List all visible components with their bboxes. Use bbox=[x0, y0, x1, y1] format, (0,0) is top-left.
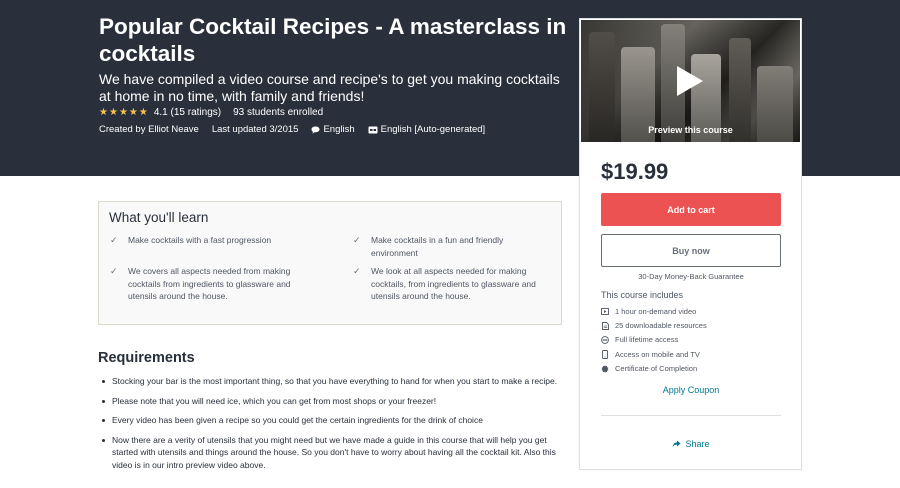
purchase-sidebar: Preview this course $19.99 Add to cart B… bbox=[579, 18, 802, 470]
requirements-title: Requirements bbox=[98, 350, 195, 366]
course-preview-video[interactable]: Preview this course bbox=[581, 20, 800, 142]
list-item: Access on mobile and TV bbox=[601, 347, 707, 361]
learn-item-text: We covers all aspects needed from making… bbox=[128, 266, 291, 301]
requirements-list: Stocking your bar is the most important … bbox=[102, 375, 562, 478]
captions: English [Auto-generated] bbox=[368, 124, 486, 135]
list-item: Please note that you will need ice, whic… bbox=[102, 395, 562, 408]
closed-captions-icon bbox=[368, 126, 378, 133]
certificate-icon bbox=[601, 364, 609, 373]
students-enrolled: 93 students enrolled bbox=[233, 107, 324, 118]
include-text: Certificate of Completion bbox=[615, 364, 698, 374]
learn-item: ✓ Make cocktails in a fun and friendly e… bbox=[353, 234, 551, 259]
check-icon: ✓ bbox=[110, 266, 118, 276]
learn-title: What you'll learn bbox=[109, 210, 209, 225]
last-updated: Last updated 3/2015 bbox=[211, 124, 299, 135]
include-text: 25 downloadable resources bbox=[615, 321, 707, 331]
learn-item-text: Make cocktails with a fast progression bbox=[128, 235, 272, 245]
created-by[interactable]: Created by Elliot Neave bbox=[99, 124, 199, 135]
list-item: Full lifetime access bbox=[601, 333, 707, 347]
rating-row: ★ ★ ★ ★ ★ 4.1 (15 ratings) 93 students e… bbox=[99, 107, 323, 118]
add-to-cart-button[interactable]: Add to cart bbox=[601, 193, 781, 226]
star-icon: ★ bbox=[99, 106, 108, 118]
include-text: Access on mobile and TV bbox=[615, 349, 700, 359]
course-title: Popular Cocktail Recipes - A masterclass… bbox=[99, 14, 567, 66]
video-icon bbox=[601, 307, 609, 315]
share-label: Share bbox=[685, 439, 710, 449]
preview-label: Preview this course bbox=[648, 125, 733, 135]
star-icon: ★ bbox=[128, 106, 138, 118]
check-icon: ✓ bbox=[353, 235, 361, 245]
list-item: 25 downloadable resources bbox=[601, 318, 707, 332]
includes-title: This course includes bbox=[601, 290, 684, 300]
learn-item: ✓ Make cocktails with a fast progression bbox=[110, 234, 308, 247]
check-icon: ✓ bbox=[353, 266, 361, 276]
list-item: Every video has been given a recipe so y… bbox=[102, 414, 562, 427]
speech-bubble-icon bbox=[311, 126, 320, 134]
learn-item: ✓ We covers all aspects needed from maki… bbox=[110, 265, 308, 303]
file-icon bbox=[601, 321, 609, 330]
course-meta: Created by Elliot Neave Last updated 3/2… bbox=[99, 124, 485, 135]
star-icon: ★ bbox=[118, 106, 128, 118]
includes-list: 1 hour on-demand video 25 downloadable r… bbox=[601, 304, 707, 376]
list-item: Certificate of Completion bbox=[601, 362, 707, 376]
infinity-icon bbox=[601, 336, 609, 344]
captions-text: English [Auto-generated] bbox=[380, 124, 486, 135]
include-text: 1 hour on-demand video bbox=[615, 306, 697, 316]
divider bbox=[601, 415, 781, 416]
star-icon: ★ bbox=[108, 106, 118, 118]
star-rating: ★ ★ ★ ★ ★ bbox=[99, 106, 148, 118]
course-price: $19.99 bbox=[601, 159, 669, 184]
learn-item-text: Make cocktails in a fun and friendly env… bbox=[371, 235, 504, 258]
list-item: Stocking your bar is the most important … bbox=[102, 375, 562, 388]
list-item: Now there are a verity of utensils that … bbox=[102, 434, 562, 472]
share-icon bbox=[672, 440, 681, 448]
check-icon: ✓ bbox=[110, 235, 118, 245]
play-button[interactable] bbox=[669, 61, 709, 101]
list-item: 1 hour on-demand video bbox=[601, 304, 707, 318]
include-text: Full lifetime access bbox=[615, 335, 679, 345]
learn-item-text: We look at all aspects needed for making… bbox=[371, 266, 536, 301]
course-subtitle: We have compiled a video course and reci… bbox=[99, 71, 560, 104]
apply-coupon-link[interactable]: Apply Coupon bbox=[601, 385, 781, 395]
star-icon: ★ bbox=[138, 106, 148, 118]
share-button[interactable]: Share bbox=[601, 439, 781, 449]
language-text: English bbox=[323, 124, 355, 135]
learn-item: ✓ We look at all aspects needed for maki… bbox=[353, 265, 551, 303]
language: English bbox=[311, 124, 355, 135]
buy-now-button[interactable]: Buy now bbox=[601, 234, 781, 267]
rating-text[interactable]: 4.1 (15 ratings) bbox=[154, 107, 221, 118]
mobile-icon bbox=[601, 349, 609, 359]
play-icon bbox=[677, 66, 703, 96]
money-back-guarantee: 30-Day Money-Back Guarantee bbox=[638, 272, 744, 281]
what-youll-learn-box: What you'll learn ✓ Make cocktails with … bbox=[98, 201, 562, 325]
